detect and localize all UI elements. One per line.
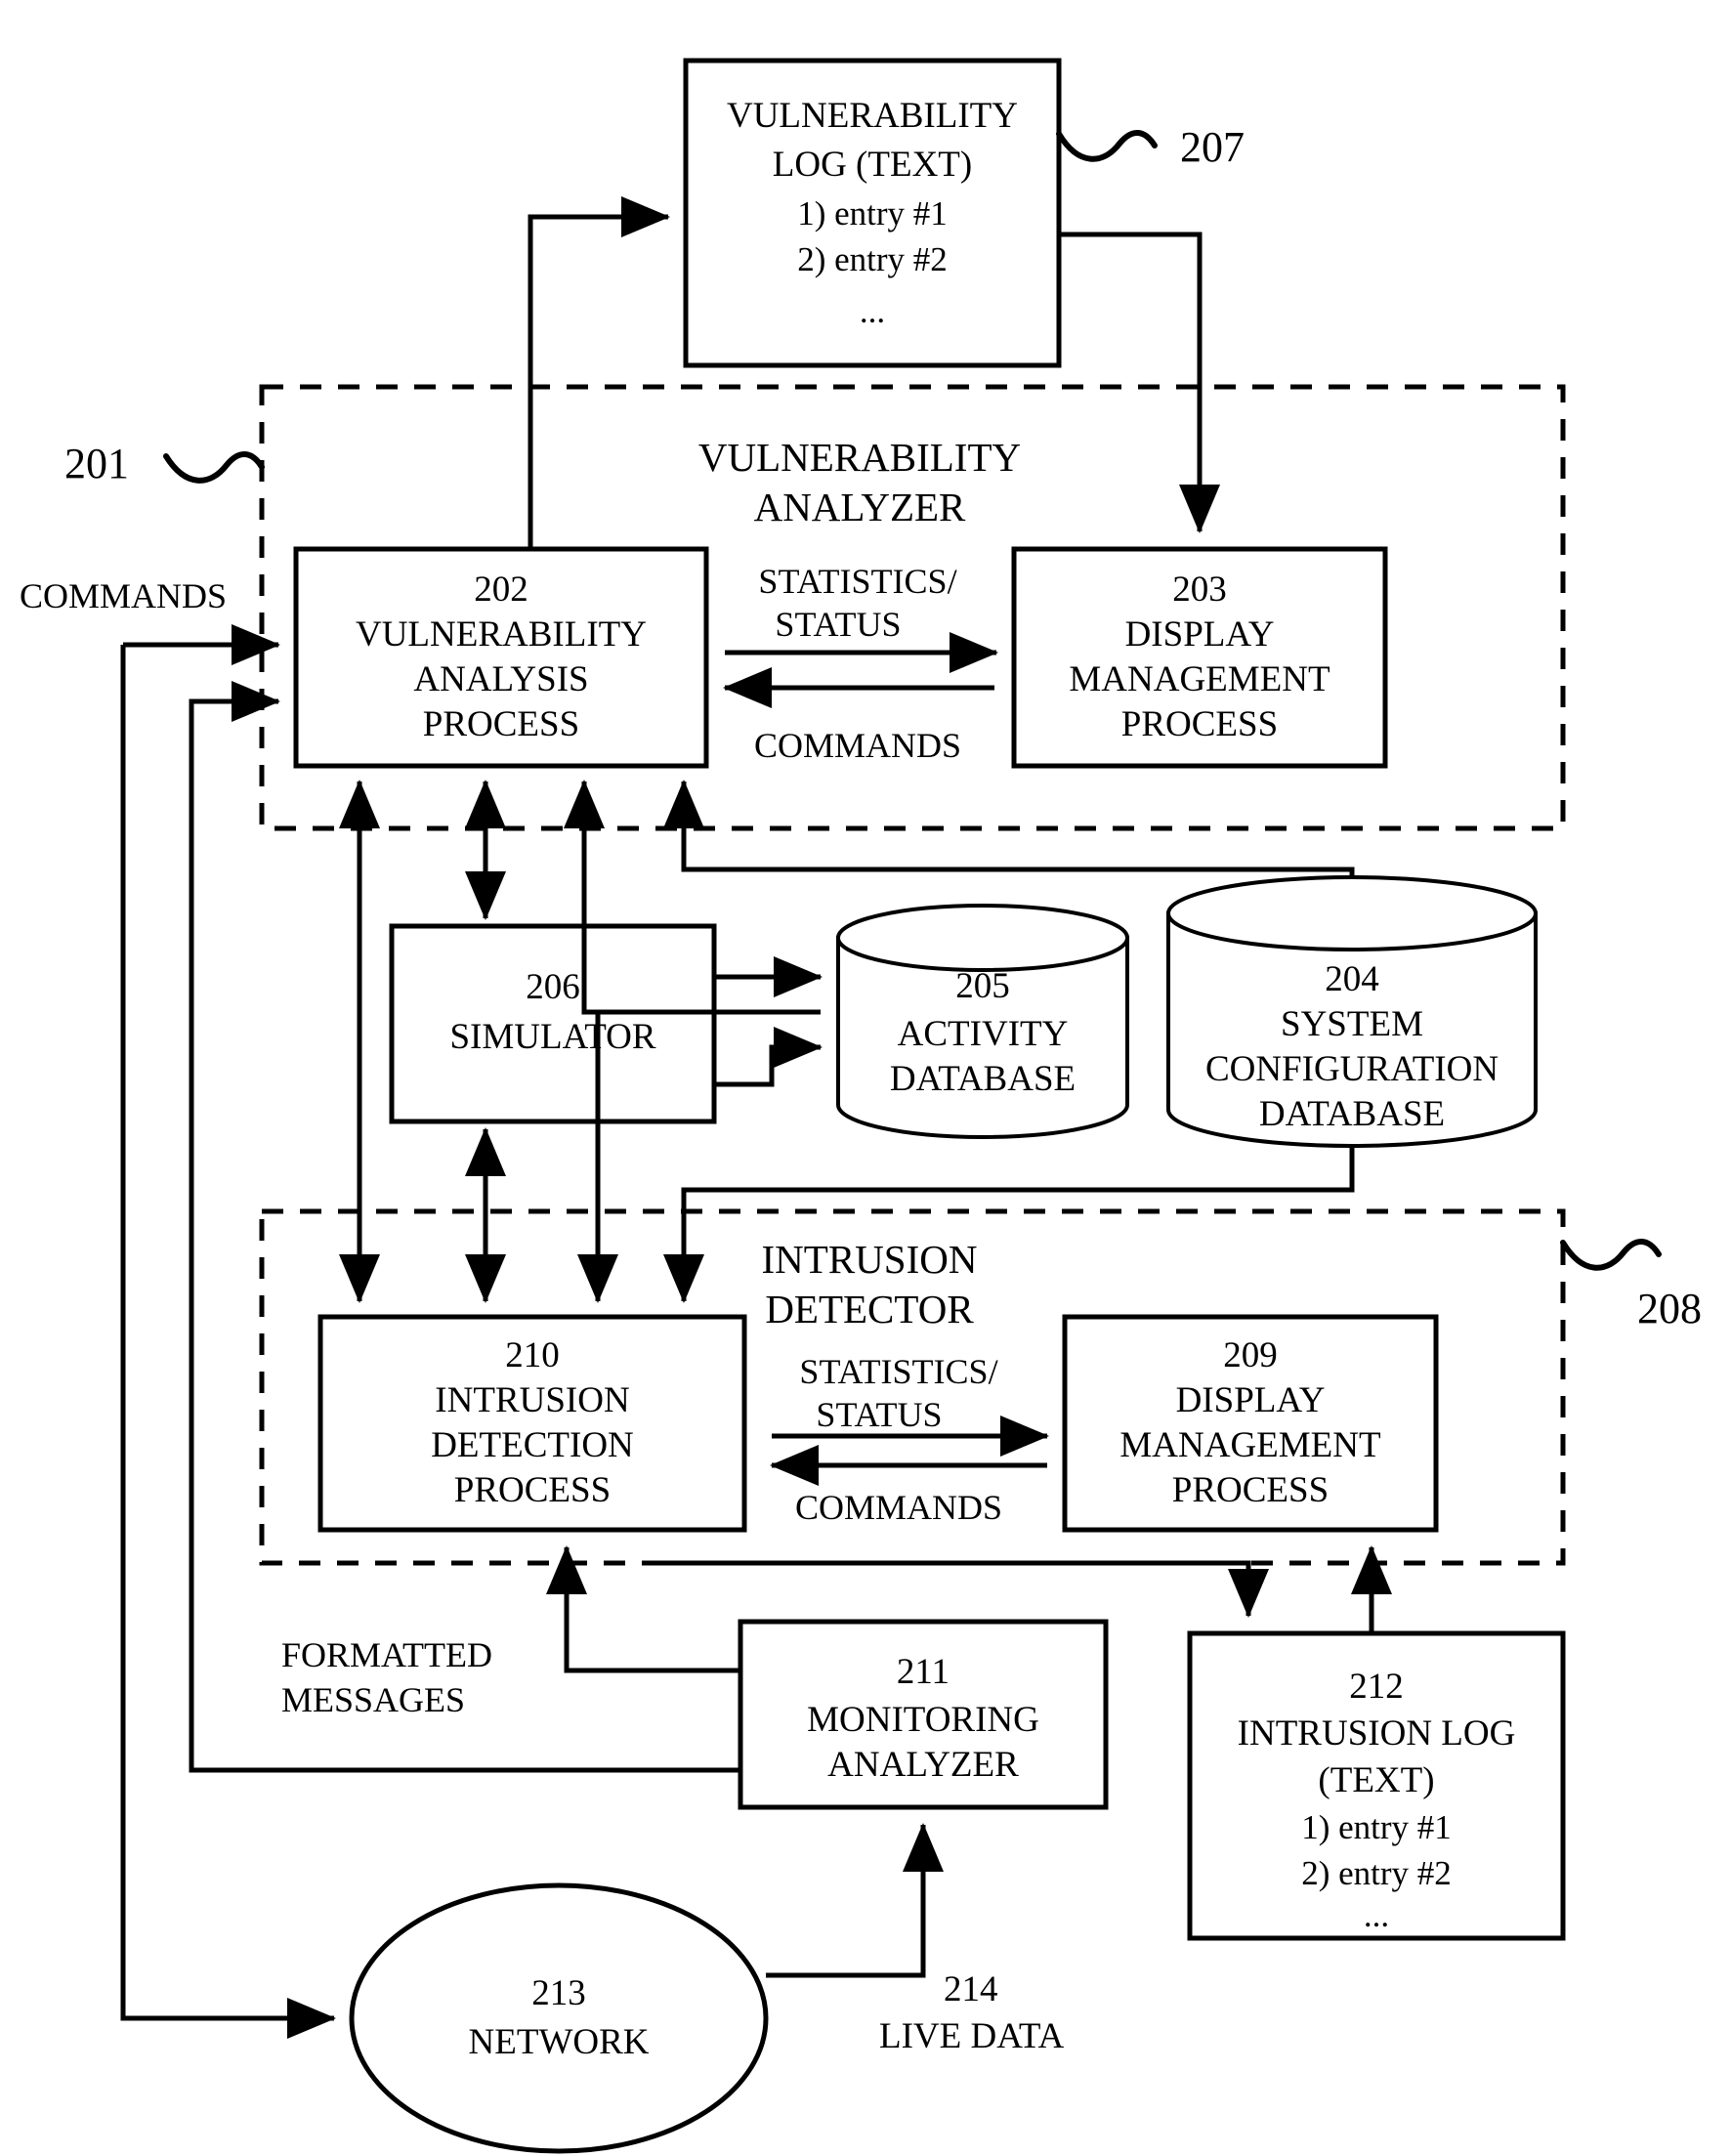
network-ref: 213	[531, 1973, 586, 2013]
intrusion-detection-process-line3: PROCESS	[454, 1470, 611, 1510]
edge-label-commands-bottom: COMMANDS	[795, 1488, 1002, 1527]
display-management-bottom-line3: PROCESS	[1172, 1470, 1329, 1510]
intrusion-detection-process-line2: DETECTION	[431, 1425, 634, 1465]
vulnerability-log-line2: LOG (TEXT)	[773, 145, 972, 185]
intrusion-log-entry-1: 1) entry #1	[1301, 1808, 1452, 1846]
display-management-top-line1: DISPLAY	[1125, 614, 1275, 655]
arrow-vulnerability-log-to-203	[1059, 232, 1220, 533]
vulnerability-analysis-process-line2: ANALYSIS	[413, 659, 588, 699]
arrow-monitoring-analyzer-to-210	[546, 1545, 740, 1673]
patent-figure: VULNERABILITY ANALYZER 201 INTRUSION DET…	[0, 0, 1731, 2156]
vulnerability-log-ellipsis: ...	[860, 292, 885, 330]
arrow-commands-to-network	[120, 645, 336, 2040]
display-management-bottom-line2: MANAGEMENT	[1119, 1425, 1380, 1465]
arrow-202-to-vulnerability-log	[528, 196, 670, 549]
intrusion-detection-process-line1: INTRUSION	[435, 1380, 629, 1420]
system-config-database-line1: SYSTEM	[1281, 1004, 1423, 1044]
edge-label-statistics-status-top-line2: STATUS	[775, 605, 901, 644]
node-activity-database-top	[836, 904, 1129, 972]
edge-label-statistics-status-bottom-line1: STATISTICS/	[799, 1352, 997, 1391]
figure-canvas: VULNERABILITY ANALYZER 201 INTRUSION DET…	[20, 58, 1702, 2154]
display-management-top-ref: 203	[1172, 570, 1227, 610]
activity-database-ref: 205	[955, 966, 1010, 1006]
intrusion-log-line1: INTRUSION LOG	[1238, 1713, 1516, 1754]
monitoring-analyzer-line2: ANALYZER	[827, 1745, 1019, 1785]
display-management-top-line3: PROCESS	[1121, 704, 1278, 744]
node-network[interactable]	[349, 1882, 769, 2154]
display-management-bottom-line1: DISPLAY	[1176, 1380, 1326, 1420]
arrow-210-to-intrusion-log	[656, 1560, 1269, 1618]
monitoring-analyzer-line1: MONITORING	[807, 1700, 1039, 1740]
edge-label-statistics-status-top-line1: STATISTICS/	[758, 562, 956, 601]
arrow-monitoring-analyzer-to-202	[189, 681, 740, 1773]
group-label-intrusion-detector-line2: DETECTOR	[765, 1287, 974, 1332]
edge-label-commands-left: COMMANDS	[20, 576, 227, 615]
activity-database-line2: DATABASE	[890, 1059, 1076, 1099]
vulnerability-log-entry-2: 2) entry #2	[797, 240, 948, 278]
intrusion-log-line2: (TEXT)	[1318, 1760, 1434, 1800]
system-config-database-ref: 204	[1325, 959, 1379, 999]
node-system-config-database-top	[1166, 875, 1538, 951]
vulnerability-log-line1: VULNERABILITY	[727, 96, 1018, 136]
intrusion-detection-process-ref: 210	[505, 1335, 560, 1375]
ref-201: 201	[64, 440, 129, 487]
edge-label-commands-top: COMMANDS	[754, 726, 961, 765]
vulnerability-analysis-process-line3: PROCESS	[423, 704, 579, 744]
group-label-vulnerability-analyzer-line1: VULNERABILITY	[698, 435, 1021, 480]
activity-database-line1: ACTIVITY	[898, 1014, 1069, 1054]
vulnerability-analysis-process-ref: 202	[474, 570, 528, 610]
intrusion-log-ellipsis: ...	[1364, 1896, 1389, 1934]
network-label: NETWORK	[469, 2022, 650, 2062]
leader-line-201	[163, 451, 265, 484]
display-management-bottom-ref: 209	[1223, 1335, 1278, 1375]
intrusion-log-ref: 212	[1349, 1667, 1404, 1707]
intrusion-log-entry-2: 2) entry #2	[1301, 1854, 1452, 1892]
ref-207: 207	[1180, 123, 1245, 171]
edge-label-formatted-messages-line1: FORMATTED	[281, 1635, 492, 1674]
monitoring-analyzer-ref: 211	[897, 1652, 950, 1692]
display-management-top-line2: MANAGEMENT	[1069, 659, 1330, 699]
edge-label-statistics-status-bottom-line2: STATUS	[816, 1395, 942, 1434]
arrow-simulator-to-activity-database-2	[714, 1027, 823, 1087]
system-config-database-line2: CONFIGURATION	[1205, 1049, 1499, 1089]
leader-line-208	[1560, 1239, 1662, 1271]
live-data-label: LIVE DATA	[879, 2016, 1064, 2056]
group-label-vulnerability-analyzer-line2: ANALYZER	[754, 485, 966, 529]
ref-208: 208	[1637, 1285, 1702, 1332]
system-config-database-line3: DATABASE	[1259, 1094, 1445, 1134]
simulator-ref: 206	[526, 967, 580, 1007]
live-data-ref: 214	[944, 1969, 998, 2009]
edge-label-formatted-messages-line2: MESSAGES	[281, 1680, 465, 1719]
vulnerability-analysis-process-line1: VULNERABILITY	[356, 614, 647, 655]
group-label-intrusion-detector-line1: INTRUSION	[762, 1237, 978, 1282]
vulnerability-log-entry-1: 1) entry #1	[797, 194, 948, 233]
leader-line-207	[1056, 130, 1158, 162]
arrow-network-to-monitoring-analyzer	[766, 1823, 945, 1978]
simulator-label: SIMULATOR	[449, 1017, 655, 1057]
